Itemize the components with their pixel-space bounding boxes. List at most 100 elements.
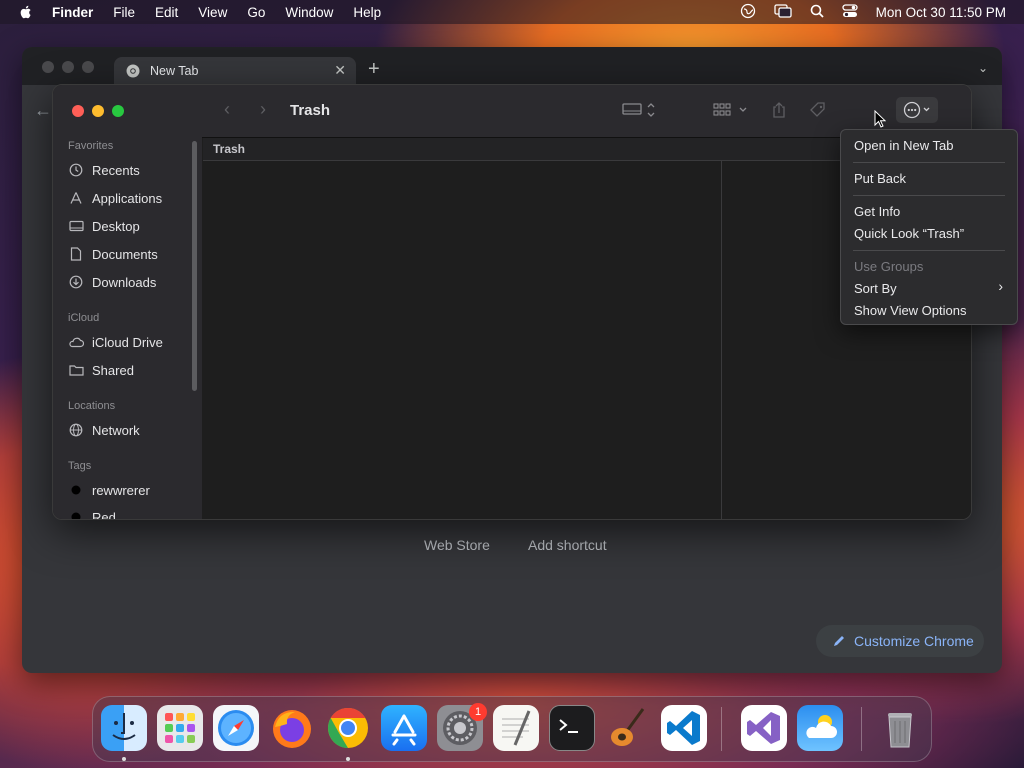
menu-app-name[interactable]: Finder [52,5,93,20]
dock-chrome-icon[interactable] [325,705,371,751]
dock-firefox-icon[interactable] [269,705,315,751]
sidebar-item-tag-rewwrerer[interactable]: rewwrerer [68,480,150,500]
dock-separator [721,707,722,751]
tab-search-chevron-icon[interactable]: ⌄ [978,61,988,75]
column-divider[interactable] [721,161,722,519]
menu-separator [853,162,1005,163]
menu-item-open-in-new-tab[interactable]: Open in New Tab [854,136,1004,156]
dock-app-store-icon[interactable] [381,705,427,751]
menu-item-sort-by[interactable]: Sort By [854,279,1004,299]
sidebar-item-downloads[interactable]: Downloads [68,272,156,292]
sidebar-scrollbar[interactable] [192,141,197,391]
sidebar-item-tag-red[interactable]: Red [68,507,116,520]
tag-dot-icon [68,482,84,498]
sidebar-section-icloud: iCloud [68,312,100,324]
spotlight-search-icon[interactable] [810,4,824,21]
sidebar-item-desktop[interactable]: Desktop [68,216,140,236]
menu-item-use-groups: Use Groups [854,259,924,274]
menu-go[interactable]: Go [247,5,265,20]
menu-item-quick-look[interactable]: Quick Look “Trash” [854,224,1004,244]
menu-item-show-view-options[interactable]: Show View Options [854,301,1004,321]
chrome-close-button[interactable] [42,61,54,73]
web-store-link[interactable]: Web Store [424,537,490,553]
sidebar-item-shared[interactable]: Shared [68,360,134,380]
vpn-icon[interactable] [740,3,756,22]
chrome-favicon-icon [126,64,140,78]
menu-separator [853,250,1005,251]
dock-finder-icon[interactable] [101,705,147,751]
menubar-clock[interactable]: Mon Oct 30 11:50 PM [876,5,1006,20]
cloud-icon [68,334,84,350]
chrome-tab-strip: New Tab ✕ + ⌄ [22,47,1002,85]
sidebar-item-label: Red [92,509,116,520]
finder-close-button[interactable] [72,105,84,117]
new-tab-icon[interactable]: + [368,59,380,79]
dock-launchpad-icon[interactable] [157,705,203,751]
menu-bar: Finder File Edit View Go Window Help Mon… [0,0,1024,24]
sidebar-item-recents[interactable]: Recents [68,160,140,180]
dock-terminal-icon[interactable] [549,705,595,751]
dock-weather-icon[interactable] [797,705,843,751]
share-icon[interactable] [771,101,787,122]
download-icon [68,274,84,290]
customize-chrome-button[interactable]: Customize Chrome [816,625,984,657]
chrome-back-icon[interactable]: ← [34,100,52,121]
tag-icon[interactable] [809,101,827,122]
finder-sidebar: Favorites Recents Applications Desktop D… [53,85,202,520]
dock-textedit-icon[interactable] [493,705,539,751]
dock-vscode-icon[interactable] [661,705,707,751]
menu-item-get-info[interactable]: Get Info [854,202,1004,222]
sidebar-item-documents[interactable]: Documents [68,244,158,264]
forward-chevron-icon[interactable]: › [260,99,266,120]
sidebar-item-label: Applications [92,190,163,206]
desktop-icon [68,218,84,234]
menu-help[interactable]: Help [353,5,381,20]
sidebar-item-applications[interactable]: Applications [68,188,162,208]
dock-trash-icon[interactable] [877,705,923,751]
more-actions-button[interactable] [896,97,938,123]
chrome-zoom-button[interactable] [82,61,94,73]
view-mode-icon[interactable] [622,101,656,122]
chrome-ntp-links: Web Store Add shortcut [22,537,1002,557]
running-indicator [122,757,126,761]
notification-badge: 1 [469,703,487,721]
menu-view[interactable]: View [198,5,227,20]
close-tab-icon[interactable]: ✕ [334,62,346,79]
finder-minimize-button[interactable] [92,105,104,117]
menu-separator [853,195,1005,196]
add-shortcut-link[interactable]: Add shortcut [528,537,607,553]
column-header-label: Trash [213,142,246,156]
mouse-pointer-icon [874,109,887,128]
globe-icon [68,422,84,438]
dock-safari-icon[interactable] [213,705,259,751]
menu-window[interactable]: Window [285,5,333,20]
control-center-icon[interactable] [842,3,858,21]
sidebar-section-tags: Tags [68,460,92,472]
pencil-icon [832,634,846,648]
group-by-icon[interactable] [713,101,749,122]
menu-edit[interactable]: Edit [155,5,178,20]
chrome-tab-title: New Tab [150,64,199,78]
menu-file[interactable]: File [113,5,135,20]
sidebar-item-label: Documents [92,246,158,262]
finder-zoom-button[interactable] [112,105,124,117]
apple-menu-icon[interactable] [18,4,34,20]
sidebar-item-label: rewwrerer [92,482,150,498]
running-indicator [346,757,350,761]
dock-garageband-icon[interactable] [605,705,651,751]
chrome-tab[interactable]: New Tab ✕ [114,57,356,85]
menu-item-put-back[interactable]: Put Back [854,169,1004,189]
window-title: Trash [290,102,331,119]
dock: 1 [92,696,932,762]
document-icon [68,246,84,262]
chrome-minimize-button[interactable] [62,61,74,73]
back-chevron-icon[interactable]: ‹ [224,99,230,120]
sidebar-item-label: Network [92,422,140,438]
customize-chrome-label: Customize Chrome [854,633,974,649]
sidebar-item-icloud-drive[interactable]: iCloud Drive [68,332,163,352]
sidebar-item-label: iCloud Drive [92,334,163,350]
clock-icon [68,162,84,178]
screen-mirroring-icon[interactable] [774,3,792,21]
dock-visual-studio-icon[interactable] [741,705,787,751]
sidebar-item-network[interactable]: Network [68,420,140,440]
